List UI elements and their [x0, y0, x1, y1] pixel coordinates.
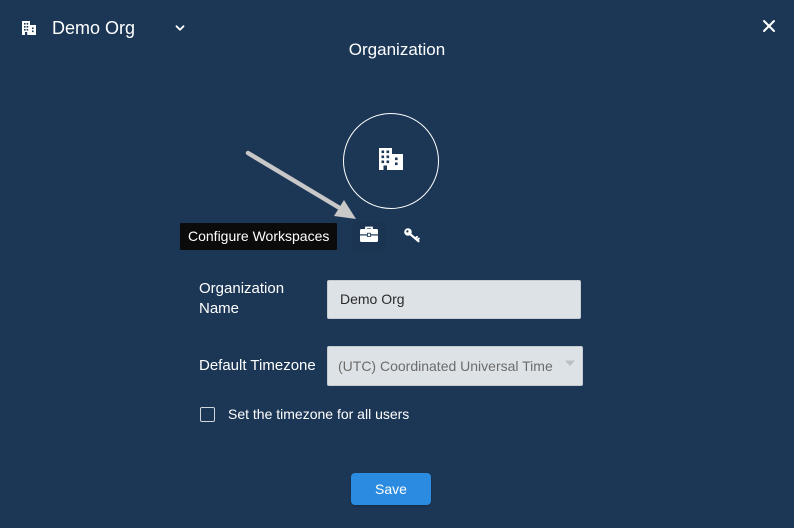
timezone-all-users-checkbox[interactable]	[200, 406, 215, 422]
org-settings-tabs	[352, 222, 429, 252]
timezone-all-users-label: Set the timezone for all users	[228, 406, 410, 422]
caret-down-icon	[564, 357, 576, 369]
annotation-arrow	[245, 150, 356, 219]
key-icon	[403, 227, 421, 248]
org-name-input[interactable]	[327, 279, 581, 319]
timezone-row: Default Timezone (UTC) Coordinated Unive…	[199, 346, 583, 386]
org-avatar[interactable]	[343, 113, 439, 209]
organization-modal: Demo Org Organization Configure Workspac…	[0, 0, 794, 528]
org-name-row: Organization Name	[199, 279, 581, 319]
timezone-select[interactable]: (UTC) Coordinated Universal Time	[327, 346, 583, 386]
tab-workspaces[interactable]	[352, 222, 386, 252]
building-icon	[377, 147, 405, 176]
tab-keys[interactable]	[395, 222, 429, 252]
configure-workspaces-tooltip: Configure Workspaces	[180, 223, 338, 250]
timezone-all-users-row: Set the timezone for all users	[200, 406, 409, 422]
briefcase-icon	[359, 226, 379, 248]
timezone-select-value: (UTC) Coordinated Universal Time	[338, 358, 553, 374]
building-icon	[18, 17, 40, 39]
org-name-label: Organization Name	[199, 280, 285, 317]
close-icon	[762, 19, 776, 38]
org-switcher-name: Demo Org	[52, 17, 136, 38]
close-button[interactable]	[758, 17, 780, 39]
org-switcher[interactable]: Demo Org	[18, 14, 187, 42]
save-button[interactable]: Save	[351, 473, 431, 505]
page-title: Organization	[348, 40, 446, 59]
timezone-label: Default Timezone	[199, 357, 316, 374]
chevron-down-icon	[173, 21, 187, 35]
